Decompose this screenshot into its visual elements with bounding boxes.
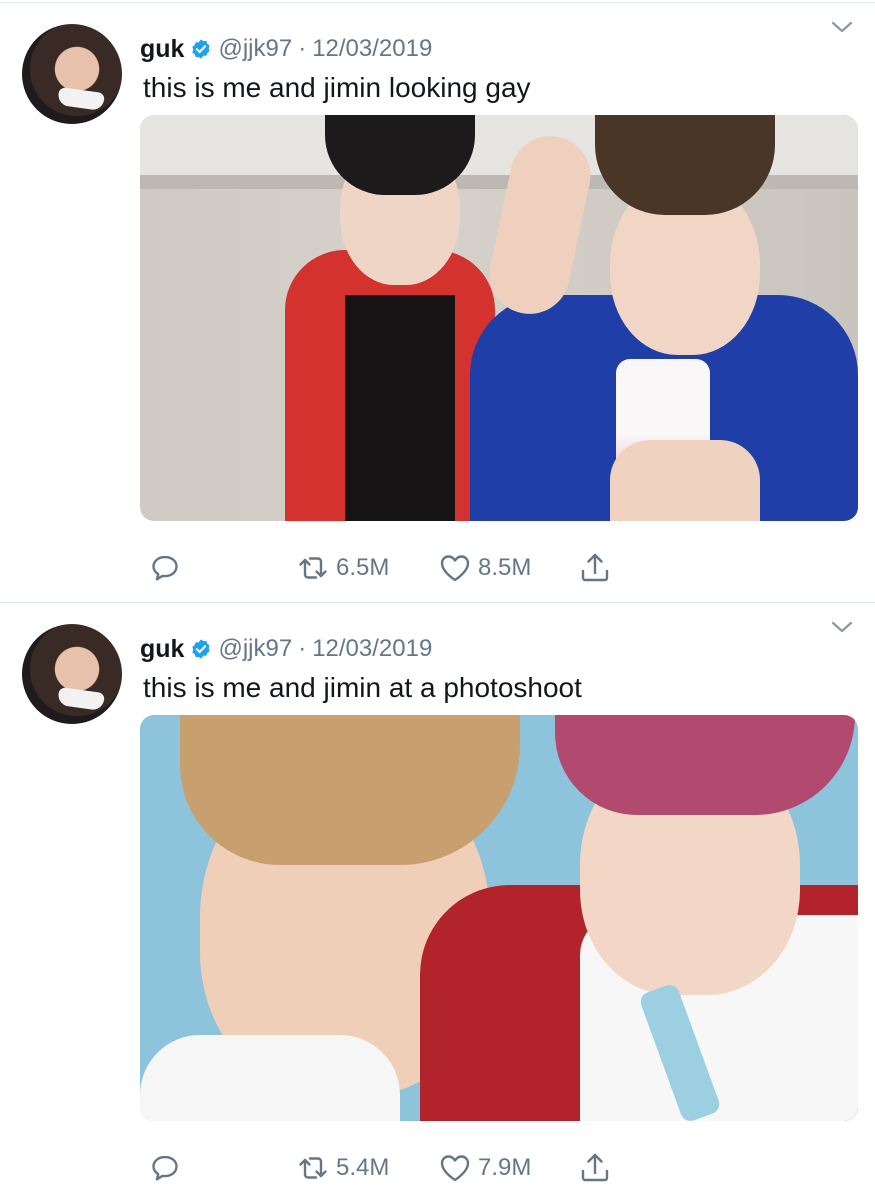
- tweet-photo[interactable]: [140, 715, 858, 1121]
- like-count: 8.5M: [478, 554, 532, 581]
- tweet-header: guk @jjk97 · 12/03/2019: [140, 634, 432, 664]
- tweet-text: this is me and jimin looking gay: [143, 72, 531, 103]
- divider: [0, 2, 875, 3]
- verified-badge-icon: [192, 39, 211, 59]
- retweet-icon: [299, 557, 327, 579]
- divider: [0, 602, 875, 603]
- reply-button[interactable]: [148, 1148, 182, 1188]
- share-icon: [581, 553, 609, 582]
- avatar[interactable]: [22, 24, 122, 124]
- retweet-button[interactable]: 6.5M: [296, 548, 389, 588]
- share-button[interactable]: [578, 1148, 612, 1188]
- tweet[interactable]: guk @jjk97 · 12/03/2019 this is me and j…: [0, 0, 875, 600]
- retweet-button[interactable]: 5.4M: [296, 1148, 389, 1188]
- reply-button[interactable]: [148, 548, 182, 588]
- like-button[interactable]: 7.9M: [438, 1148, 531, 1188]
- verified-badge-icon: [192, 639, 211, 659]
- like-icon: [440, 555, 470, 582]
- handle[interactable]: @jjk97: [218, 635, 292, 663]
- tweet-date[interactable]: 12/03/2019: [312, 35, 432, 63]
- tweet-actions: 6.5M 8.5M: [0, 548, 875, 588]
- retweet-count: 5.4M: [336, 1154, 390, 1181]
- share-button[interactable]: [578, 548, 612, 588]
- avatar[interactable]: [22, 624, 122, 724]
- like-icon: [440, 1155, 470, 1182]
- tweet[interactable]: guk @jjk97 · 12/03/2019 this is me and j…: [0, 600, 875, 1200]
- retweet-count: 6.5M: [336, 554, 390, 581]
- chevron-down-icon[interactable]: [831, 620, 853, 634]
- separator-dot: ·: [298, 35, 307, 62]
- reply-icon: [152, 1155, 178, 1181]
- chevron-down-icon[interactable]: [831, 20, 853, 34]
- tweet-header: guk @jjk97 · 12/03/2019: [140, 34, 432, 64]
- display-name[interactable]: guk: [140, 635, 184, 664]
- display-name[interactable]: guk: [140, 35, 184, 64]
- retweet-icon: [299, 1157, 327, 1179]
- tweet-date[interactable]: 12/03/2019: [312, 635, 432, 663]
- reply-icon: [152, 555, 178, 581]
- separator-dot: ·: [298, 635, 307, 662]
- like-count: 7.9M: [478, 1154, 532, 1181]
- handle[interactable]: @jjk97: [218, 35, 292, 63]
- tweet-actions: 5.4M 7.9M: [0, 1148, 875, 1188]
- tweet-text: this is me and jimin at a photoshoot: [143, 672, 582, 703]
- share-icon: [581, 1153, 609, 1182]
- like-button[interactable]: 8.5M: [438, 548, 531, 588]
- tweet-photo[interactable]: [140, 115, 858, 521]
